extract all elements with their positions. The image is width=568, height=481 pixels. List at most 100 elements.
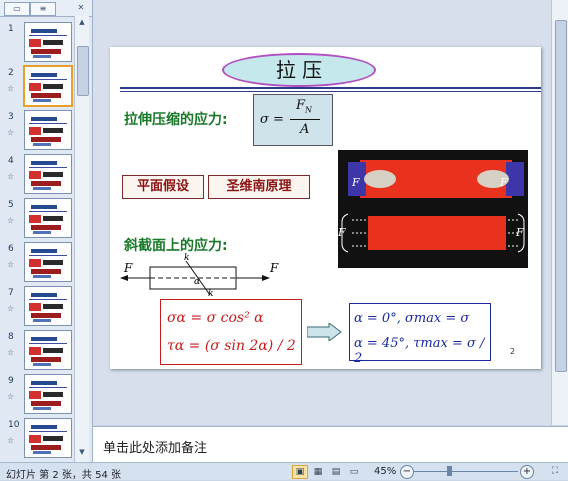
oblique-section-label[interactable]: 斜截面上的应力: bbox=[124, 235, 228, 255]
thumbnail-preview[interactable] bbox=[24, 330, 72, 370]
slide-page-number: 2 bbox=[510, 347, 516, 356]
thumbnail-content-block bbox=[29, 299, 67, 300]
zoom-slider-knob[interactable] bbox=[447, 466, 452, 476]
slide-thumbnail-panel: ▭ ≡ ✕ 1 2 ☆ 3 ☆ 4 ☆ 5 ☆ 6 ☆ 7 ☆ 8 ☆ 9 ☆ 10 ☆ ▲ ▼ bbox=[0, 0, 93, 462]
animation-star-icon: ☆ bbox=[7, 436, 15, 445]
thumbnail-preview[interactable] bbox=[24, 418, 72, 458]
thumbnail-content-block bbox=[31, 137, 61, 142]
slide-sorter-button[interactable]: ▦ bbox=[310, 465, 326, 479]
photo-force-label: F bbox=[338, 226, 346, 239]
animation-star-icon: ☆ bbox=[7, 304, 15, 313]
thumbnail-content-block bbox=[43, 216, 63, 221]
reading-view-icon: ▤ bbox=[331, 467, 341, 477]
close-panel-button[interactable]: ✕ bbox=[76, 2, 86, 14]
stress-distribution-image[interactable]: F F F F bbox=[338, 150, 528, 268]
stress-formula[interactable]: σ = FN A bbox=[253, 94, 333, 146]
slideshow-button[interactable]: ▭ bbox=[346, 465, 362, 479]
thumbnail-content-block bbox=[43, 40, 63, 45]
title-divider-line-thin bbox=[120, 91, 541, 92]
thumbnail-preview[interactable] bbox=[23, 65, 73, 107]
thumbnail-preview[interactable] bbox=[24, 198, 72, 238]
animation-star-icon: ☆ bbox=[7, 172, 15, 181]
status-bar: 幻灯片 第 2 张，共 54 张 ▣ ▦ ▤ ▭ 45% − + ⛶ bbox=[0, 462, 568, 481]
thumbnail-content-block bbox=[33, 231, 51, 234]
thumbnail-preview[interactable] bbox=[24, 242, 72, 282]
plane-assumption-tag[interactable]: 平面假设 bbox=[122, 175, 204, 199]
shear-stress-formula: τα = (σ sin 2α) / 2 bbox=[167, 338, 296, 354]
slide-canvas[interactable]: 拉 压 拉伸压缩的应力: σ = FN A 平面假设 圣维南原理 F F F F… bbox=[110, 47, 541, 369]
thumbnail-number: 8 bbox=[8, 332, 14, 342]
max-stress-formulas[interactable]: α = 0°, σmax = σ α = 45°, τmax = σ / 2 bbox=[349, 303, 491, 366]
zoom-level[interactable]: 45% bbox=[374, 466, 396, 477]
thumbnail-content-block bbox=[31, 73, 57, 77]
zoom-slider[interactable] bbox=[414, 471, 518, 472]
thumbnail-number: 2 bbox=[8, 68, 14, 78]
thumbnail-content-block bbox=[33, 451, 51, 454]
thumbnail-preview[interactable] bbox=[24, 22, 72, 62]
thumbnail-content-block bbox=[29, 431, 67, 432]
fraction-line bbox=[290, 119, 320, 120]
animation-star-icon: ☆ bbox=[7, 392, 15, 401]
zoom-in-button[interactable]: + bbox=[520, 465, 534, 479]
thumbnail-preview[interactable] bbox=[24, 286, 72, 326]
thumbnail-preview[interactable] bbox=[24, 154, 72, 194]
thumbnail-content-block bbox=[31, 29, 57, 33]
slideshow-icon: ▭ bbox=[349, 467, 359, 477]
right-arrow-icon bbox=[307, 323, 342, 341]
thumbnail-content-block bbox=[29, 347, 41, 355]
slide-title[interactable]: 拉 压 bbox=[222, 53, 376, 87]
animation-star-icon: ☆ bbox=[7, 216, 15, 225]
thumbnail-content-block bbox=[31, 425, 57, 429]
thumbnail-preview[interactable] bbox=[24, 110, 72, 150]
thumbnail-number: 5 bbox=[8, 200, 14, 210]
oblique-stress-formulas[interactable]: σα = σ cos² α τα = (σ sin 2α) / 2 bbox=[160, 299, 302, 365]
notes-pane[interactable]: 单击此处添加备注 bbox=[93, 426, 568, 463]
outline-tab-icon: ≡ bbox=[39, 4, 47, 13]
sorter-view-icon: ▦ bbox=[313, 467, 323, 477]
photo-force-label: F bbox=[516, 226, 524, 239]
tab-slides[interactable]: ▭ bbox=[4, 2, 30, 16]
thumbnail-number: 4 bbox=[8, 156, 14, 166]
thumbnail-content-block bbox=[29, 255, 67, 256]
section-k-bottom: k bbox=[208, 289, 214, 299]
max-shear-stress-formula: α = 45°, τmax = σ / 2 bbox=[354, 336, 485, 366]
editor-scrollbar-thumb[interactable] bbox=[555, 20, 567, 372]
reading-view-button[interactable]: ▤ bbox=[328, 465, 344, 479]
notes-placeholder[interactable]: 单击此处添加备注 bbox=[103, 437, 207, 456]
thumbnail-number: 3 bbox=[8, 112, 14, 122]
thumbnail-content-block bbox=[43, 436, 63, 441]
animation-star-icon: ☆ bbox=[7, 128, 15, 137]
thumbnail-content-block bbox=[31, 269, 61, 274]
saint-venant-tag[interactable]: 圣维南原理 bbox=[208, 175, 310, 199]
thumbnail-content-block bbox=[31, 225, 61, 230]
photo-force-label: F bbox=[500, 176, 508, 189]
fit-to-window-button[interactable]: ⛶ bbox=[548, 465, 562, 477]
oblique-section-diagram[interactable]: F F k k α bbox=[120, 253, 290, 299]
scroll-down-icon[interactable]: ▼ bbox=[76, 448, 88, 458]
formula-denominator: A bbox=[300, 122, 310, 137]
thumbnail-content-block bbox=[31, 49, 61, 54]
force-left-label: F bbox=[124, 261, 133, 275]
thumbnail-content-block bbox=[33, 99, 51, 102]
max-normal-stress-formula: α = 0°, σmax = σ bbox=[354, 311, 470, 326]
thumbnail-content-block bbox=[33, 143, 51, 146]
thumbnail-content-block bbox=[33, 407, 51, 410]
thumbnail-content-block bbox=[33, 275, 51, 278]
thumbnail-content-block bbox=[29, 387, 67, 388]
tab-outline[interactable]: ≡ bbox=[30, 2, 56, 16]
scroll-up-icon[interactable]: ▲ bbox=[76, 18, 88, 28]
thumbnail-content-block bbox=[43, 348, 63, 353]
thumbnail-content-block bbox=[43, 260, 63, 265]
thumbnail-content-block bbox=[29, 435, 41, 443]
scrollbar-thumb[interactable] bbox=[77, 46, 89, 96]
zoom-out-button[interactable]: − bbox=[400, 465, 414, 479]
thumbnail-content-block bbox=[31, 313, 61, 318]
thumbnail-content-block bbox=[29, 211, 67, 212]
thumbnail-preview[interactable] bbox=[24, 374, 72, 414]
editor-scrollbar[interactable] bbox=[551, 0, 568, 425]
stress-label[interactable]: 拉伸压缩的应力: bbox=[124, 109, 228, 129]
thumbnail-content-block bbox=[29, 83, 41, 91]
normal-view-button[interactable]: ▣ bbox=[292, 465, 308, 479]
thumbnail-content-block bbox=[31, 337, 57, 341]
thumbnail-scrollbar[interactable]: ▲ ▼ bbox=[74, 16, 89, 462]
